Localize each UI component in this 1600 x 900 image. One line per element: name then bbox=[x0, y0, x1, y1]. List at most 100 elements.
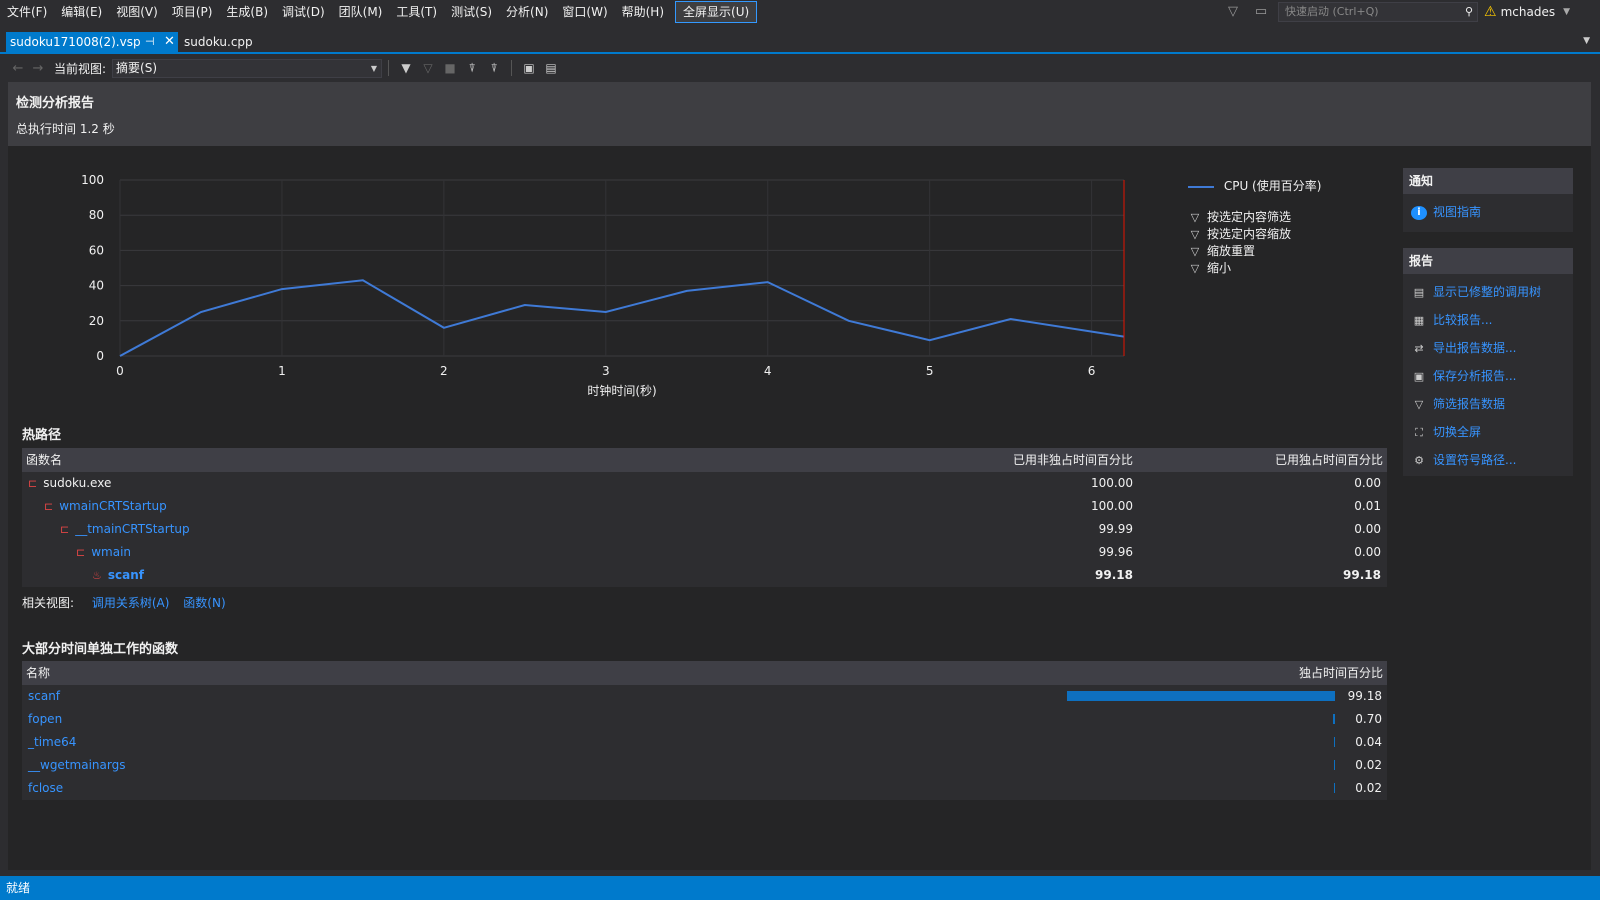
solo-function-row[interactable]: _time64 0.04 bbox=[22, 731, 1387, 754]
filter-edit-icon[interactable]: ⍒ bbox=[483, 61, 505, 76]
hot-path-row[interactable]: ⊏ sudoku.exe 100.00 0.00 bbox=[22, 472, 1387, 495]
menu-item-8[interactable]: 测试(S) bbox=[444, 0, 499, 24]
column-exclusive-percent[interactable]: 已用独占时间百分比 bbox=[1275, 448, 1383, 472]
report-link-1[interactable]: ▦ 比较报告... bbox=[1403, 306, 1573, 334]
report-link-0[interactable]: ▤ 显示已修整的调用树 bbox=[1403, 278, 1573, 306]
solo-functions-table: 名称 独占时间百分比 scanf 99.18 fopen 0.70 _time64 0.0… bbox=[22, 661, 1387, 800]
solo-function-name[interactable]: _time64 bbox=[28, 731, 76, 754]
save-icon: ▣ bbox=[1413, 369, 1425, 383]
inclusive-percent: 100.00 bbox=[1091, 499, 1133, 513]
x-tick-label: 5 bbox=[926, 364, 934, 378]
forward-arrow-icon[interactable]: → bbox=[28, 61, 48, 76]
save-icon[interactable]: ▣ bbox=[518, 61, 540, 75]
user-account[interactable]: ⚠ mchades ▼ bbox=[1484, 4, 1570, 20]
menu-item-7[interactable]: 工具(T) bbox=[389, 0, 444, 24]
compare-icon: ▦ bbox=[1413, 313, 1425, 327]
solo-function-name[interactable]: __wgetmainargs bbox=[28, 754, 125, 777]
current-view-select[interactable]: 摘要(S) ▼ bbox=[112, 58, 383, 78]
hot-path-row[interactable]: ⊏ __tmainCRTStartup 99.99 0.00 bbox=[22, 518, 1387, 541]
x-tick-label: 6 bbox=[1088, 364, 1096, 378]
chart-action-1[interactable]: ▽ 按选定内容缩放 bbox=[1188, 226, 1321, 243]
back-arrow-icon[interactable]: ← bbox=[8, 61, 28, 76]
menu-item-10[interactable]: 窗口(W) bbox=[555, 0, 614, 24]
solo-function-name[interactable]: fopen bbox=[28, 708, 62, 731]
hot-path-function: ⊏ __tmainCRTStartup bbox=[60, 518, 190, 541]
inclusive-percent: 99.18 bbox=[1095, 568, 1133, 582]
hot-path-row[interactable]: ♨ scanf 99.18 99.18 bbox=[22, 564, 1387, 587]
hot-path-function-name[interactable]: wmainCRTStartup bbox=[59, 499, 167, 513]
menu-item-6[interactable]: 团队(M) bbox=[332, 0, 390, 24]
solo-function-row[interactable]: scanf 99.18 bbox=[22, 685, 1387, 708]
solo-function-row[interactable]: fclose 0.02 bbox=[22, 777, 1387, 800]
menu-item-5[interactable]: 调试(D) bbox=[275, 0, 332, 24]
cpu-usage-chart[interactable]: 0 20 40 60 80 100 0 1 2 3 4 5 6 时钟时间(秒) bbox=[68, 170, 1148, 402]
quick-launch-input[interactable]: 快速启动 (Ctrl+Q) ⚲ bbox=[1278, 2, 1479, 22]
hot-path-function-name[interactable]: wmain bbox=[91, 545, 131, 559]
solo-functions-title: 大部分时间单独工作的函数 bbox=[22, 642, 179, 657]
filter-icon: ▽ bbox=[1190, 228, 1200, 241]
tab-dropdown-icon[interactable]: ▼ bbox=[1583, 36, 1590, 46]
toolbar-separator bbox=[388, 60, 390, 76]
report-link-3[interactable]: ▣ 保存分析报告... bbox=[1403, 362, 1573, 390]
inclusive-percent: 100.00 bbox=[1091, 476, 1133, 490]
menu-item-9[interactable]: 分析(N) bbox=[499, 0, 555, 24]
tab-vsp-report[interactable]: sudoku171008(2).vsp ⊣ ✕ bbox=[6, 32, 178, 52]
filter-icon[interactable]: ▽ bbox=[1222, 2, 1244, 22]
report-link-6[interactable]: ⚙ 设置符号路径... bbox=[1403, 446, 1573, 474]
chart-action-label: 按选定内容筛选 bbox=[1207, 210, 1292, 224]
toolbar-separator bbox=[511, 60, 513, 76]
solo-function-row[interactable]: fopen 0.70 bbox=[22, 708, 1387, 731]
menu-item-2[interactable]: 视图(V) bbox=[109, 0, 165, 24]
pin-icon[interactable]: ⊣ bbox=[145, 32, 155, 52]
filter-icon[interactable]: ▼ bbox=[395, 61, 417, 75]
report-link-2[interactable]: ⇄ 导出报告数据... bbox=[1403, 334, 1573, 362]
warning-icon: ⚠ bbox=[1484, 4, 1497, 20]
hot-path-row[interactable]: ⊏ wmain 99.96 0.00 bbox=[22, 541, 1387, 564]
export-icon[interactable]: ▤ bbox=[540, 61, 562, 75]
menu-item-4[interactable]: 生成(B) bbox=[219, 0, 275, 24]
column-function-name[interactable]: 函数名 bbox=[26, 448, 62, 472]
chart-x-ticks: 0 1 2 3 4 5 6 bbox=[116, 364, 1095, 378]
menu-item-11[interactable]: 帮助(H) bbox=[615, 0, 671, 24]
menu-item-0[interactable]: 文件(F) bbox=[0, 0, 54, 24]
filter-icon: ▽ bbox=[1190, 245, 1200, 258]
filter-add-icon[interactable]: ⍒ bbox=[461, 61, 483, 76]
cpu-series-line bbox=[119, 279, 1125, 357]
chart-action-0[interactable]: ▽ 按选定内容筛选 bbox=[1188, 209, 1321, 226]
function-icon: ⊏ bbox=[76, 546, 86, 559]
x-axis-label: 时钟时间(秒) bbox=[587, 383, 656, 398]
view-guide-link[interactable]: i 视图指南 bbox=[1403, 198, 1573, 226]
filter-clear-icon[interactable]: ▽ bbox=[417, 61, 439, 75]
solo-function-name[interactable]: scanf bbox=[28, 685, 60, 708]
solo-function-name[interactable]: fclose bbox=[28, 777, 63, 800]
menu-item-3[interactable]: 项目(P) bbox=[165, 0, 220, 24]
report-link-5[interactable]: ⛶ 切换全屏 bbox=[1403, 418, 1573, 446]
symbol-path-icon: ⚙ bbox=[1414, 453, 1424, 467]
hot-path-function-name[interactable]: scanf bbox=[108, 568, 144, 582]
menu-item-1[interactable]: 编辑(E) bbox=[54, 0, 109, 24]
stop-icon[interactable]: ■ bbox=[439, 61, 461, 75]
menu-fullscreen[interactable]: 全屏显示(U) bbox=[675, 1, 758, 23]
hot-path-row[interactable]: ⊏ wmainCRTStartup 100.00 0.01 bbox=[22, 495, 1387, 518]
report-title: 检测分析报告 bbox=[16, 96, 95, 111]
tab-sudoku-cpp[interactable]: sudoku.cpp bbox=[180, 32, 280, 52]
column-exclusive-percent[interactable]: 独占时间百分比 bbox=[1299, 661, 1383, 685]
chart-action-2[interactable]: ▽ 缩放重置 bbox=[1188, 243, 1321, 260]
feedback-icon[interactable]: ▭ bbox=[1250, 2, 1272, 22]
search-icon[interactable]: ⚲ bbox=[1465, 3, 1473, 21]
solo-function-row[interactable]: __wgetmainargs 0.02 bbox=[22, 754, 1387, 777]
close-icon[interactable]: ✕ bbox=[164, 32, 175, 52]
menu-right-area: ▽ ▭ 快速启动 (Ctrl+Q) ⚲ ⚠ mchades ▼ bbox=[1222, 0, 1600, 24]
exclusive-percent-bar bbox=[1333, 737, 1335, 747]
report-link-4[interactable]: ▽ 筛选报告数据 bbox=[1403, 390, 1573, 418]
column-name[interactable]: 名称 bbox=[26, 661, 50, 685]
chart-action-3[interactable]: ▽ 缩小 bbox=[1188, 260, 1321, 277]
chevron-down-icon: ▼ bbox=[370, 63, 378, 73]
exclusive-percent: 0.00 bbox=[1354, 476, 1381, 490]
hot-path-function-name[interactable]: __tmainCRTStartup bbox=[75, 522, 189, 536]
exclusive-percent-value: 0.70 bbox=[1355, 712, 1382, 726]
exclusive-percent: 0.01 bbox=[1354, 499, 1381, 513]
functions-link[interactable]: 函数(N) bbox=[183, 596, 225, 610]
column-inclusive-percent[interactable]: 已用非独占时间百分比 bbox=[1013, 448, 1133, 472]
call-tree-link[interactable]: 调用关系树(A) bbox=[92, 596, 170, 610]
